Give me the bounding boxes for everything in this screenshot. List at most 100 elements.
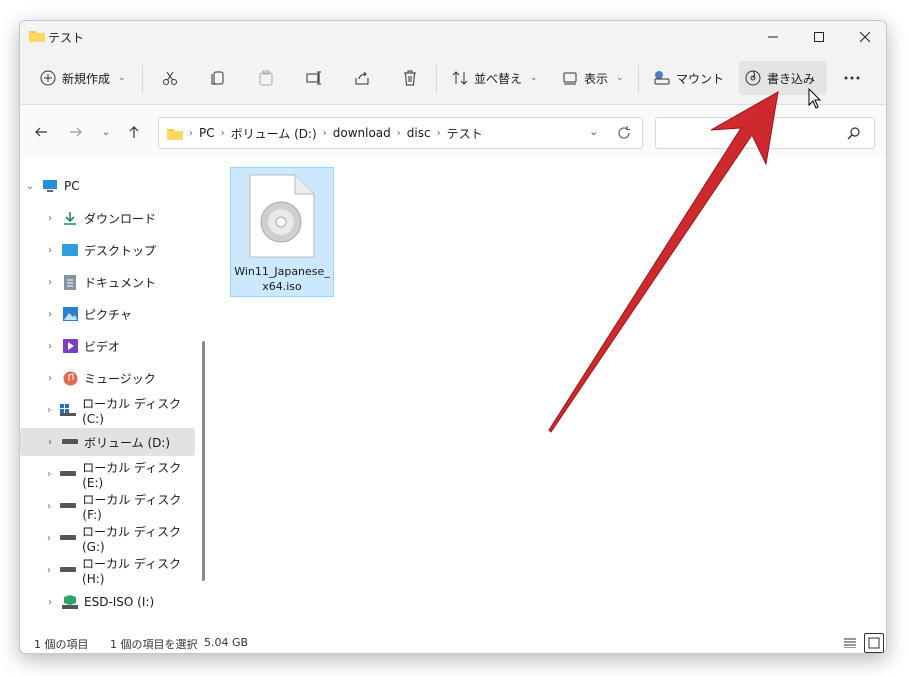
- chevron-right-icon[interactable]: ›: [20, 565, 58, 576]
- sidebar-item-drive-c[interactable]: › ローカル ディスク (C:): [20, 396, 195, 426]
- breadcrumb-test[interactable]: テスト: [447, 125, 483, 142]
- sidebar-item-drive-i[interactable]: › ESD-ISO (I:): [20, 588, 195, 616]
- mouse-cursor-icon: [808, 88, 822, 109]
- chevron-right-icon[interactable]: ›: [20, 373, 60, 384]
- cut-button[interactable]: [156, 61, 184, 95]
- windows-drive-icon: [60, 402, 77, 418]
- arrow-left-icon: [35, 127, 47, 137]
- view-button[interactable]: 表示 ⌄: [556, 61, 630, 95]
- chevron-down-icon: ⌄: [616, 73, 624, 83]
- copy-button[interactable]: [204, 61, 232, 95]
- sidebar-item-label: ローカル ディスク (E:): [82, 460, 182, 490]
- chevron-right-icon[interactable]: ›: [20, 245, 60, 256]
- rename-button[interactable]: [300, 61, 328, 95]
- sidebar-item-drive-f[interactable]: › ローカル ディスク (F:): [20, 492, 195, 522]
- chevron-down-icon: ⌄: [530, 73, 538, 83]
- forward-button[interactable]: [66, 122, 86, 142]
- breadcrumb-pc[interactable]: PC: [199, 126, 215, 140]
- chevron-right-icon[interactable]: ›: [20, 533, 58, 544]
- new-button[interactable]: 新規作成 ⌄: [34, 61, 132, 95]
- folder-icon: [29, 31, 45, 42]
- sidebar-item-label: ローカル ディスク (C:): [82, 396, 182, 426]
- video-icon: [62, 338, 78, 354]
- sort-label: 並べ替え: [474, 71, 523, 86]
- chevron-right-icon[interactable]: ›: [20, 469, 58, 480]
- sidebar-item-label: ローカル ディスク (H:): [82, 556, 182, 586]
- breadcrumb-volume-d[interactable]: ボリューム (D:): [231, 125, 317, 142]
- drive-icon: [60, 530, 76, 546]
- minimize-icon: [768, 36, 778, 38]
- disc-drive-icon: [62, 594, 78, 610]
- burn-disc-icon: [745, 70, 761, 86]
- sidebar-item-desktop[interactable]: › デスクトップ: [20, 236, 195, 264]
- sidebar-item-drive-d[interactable]: › ボリューム (D:): [20, 428, 195, 456]
- toolbar-divider: [142, 65, 143, 93]
- sidebar-item-drive-e[interactable]: › ローカル ディスク (E:): [20, 460, 195, 490]
- search-input[interactable]: [655, 117, 875, 149]
- sidebar-item-pc[interactable]: ⌄ PC: [20, 172, 195, 200]
- drive-icon: [60, 562, 77, 578]
- breadcrumb-download[interactable]: download: [333, 126, 391, 140]
- list-view-icon: [844, 638, 856, 648]
- close-button[interactable]: [842, 21, 886, 53]
- maximize-icon: [814, 32, 824, 42]
- back-button[interactable]: [31, 122, 51, 142]
- status-bar: 1 個の項目 1 個の項目を選択 5.04 GB: [20, 631, 886, 653]
- breadcrumb-disc[interactable]: disc: [407, 126, 431, 140]
- tiles-view-icon: [868, 637, 880, 649]
- chevron-right-icon[interactable]: ›: [20, 405, 58, 416]
- paste-button[interactable]: [252, 61, 280, 95]
- sort-button[interactable]: 並べ替え ⌄: [446, 61, 544, 95]
- up-button[interactable]: [124, 122, 144, 142]
- copy-icon: [211, 71, 224, 85]
- chevron-right-icon[interactable]: ›: [20, 437, 60, 448]
- sidebar-item-documents[interactable]: › ドキュメント: [20, 268, 195, 296]
- chevron-right-icon: ›: [189, 127, 193, 139]
- sidebar-item-label: ミュージック: [84, 371, 156, 386]
- maximize-button[interactable]: [796, 21, 842, 53]
- document-icon: [62, 274, 78, 290]
- sidebar-item-drive-g[interactable]: › ローカル ディスク (G:): [20, 524, 195, 554]
- drive-icon: [60, 466, 77, 482]
- details-view-button[interactable]: [840, 633, 860, 653]
- recent-locations-button[interactable]: ⌄: [96, 122, 116, 142]
- sidebar-item-label: ダウンロード: [84, 211, 157, 226]
- chevron-right-icon[interactable]: ›: [20, 277, 60, 288]
- chevron-right-icon[interactable]: ›: [20, 341, 60, 352]
- refresh-icon[interactable]: [617, 126, 631, 140]
- file-item-iso[interactable]: Win11_Japanese_ x64.iso: [230, 167, 334, 297]
- sidebar-item-drive-h[interactable]: › ローカル ディスク (H:): [20, 556, 195, 586]
- share-button[interactable]: [348, 61, 376, 95]
- music-icon: [62, 370, 78, 386]
- chevron-down-icon[interactable]: ⌄: [20, 181, 40, 192]
- navigation-pane: ⌄ PC › ダウンロード › デスクトップ › ドキュメント › ピクチャ ›…: [20, 171, 210, 629]
- sidebar-item-downloads[interactable]: › ダウンロード: [20, 204, 195, 232]
- sidebar-item-pictures[interactable]: › ピクチャ: [20, 300, 195, 328]
- drive-icon: [62, 434, 78, 450]
- tiles-view-button[interactable]: [864, 633, 884, 653]
- sidebar-scrollbar[interactable]: [202, 341, 205, 581]
- chevron-right-icon[interactable]: ›: [20, 597, 60, 608]
- chevron-right-icon: ›: [396, 127, 401, 139]
- chevron-right-icon[interactable]: ›: [20, 309, 60, 320]
- minimize-button[interactable]: [750, 21, 796, 53]
- chevron-right-icon[interactable]: ›: [20, 501, 58, 512]
- sidebar-item-music[interactable]: › ミュージック: [20, 364, 195, 392]
- chevron-right-icon: ›: [220, 127, 225, 139]
- address-bar[interactable]: › PC › ボリューム (D:) › download › disc › テス…: [158, 117, 643, 149]
- new-label: 新規作成: [62, 71, 111, 86]
- delete-button[interactable]: [396, 61, 424, 95]
- more-icon: [844, 76, 860, 80]
- toolbar-divider: [638, 65, 639, 93]
- iso-file-icon: [249, 174, 315, 258]
- chevron-right-icon[interactable]: ›: [20, 213, 60, 224]
- chevron-right-icon: ›: [322, 127, 327, 139]
- address-row: ⌄ › PC › ボリューム (D:) › download › disc › …: [20, 105, 886, 157]
- paste-icon: [259, 70, 273, 86]
- mount-button[interactable]: マウント: [648, 61, 730, 95]
- more-options-button[interactable]: [836, 61, 868, 95]
- chevron-down-icon: ⌄: [118, 73, 126, 83]
- address-dropdown-icon[interactable]: ⌄: [589, 125, 598, 138]
- sidebar-item-videos[interactable]: › ビデオ: [20, 332, 195, 360]
- close-icon: [860, 32, 870, 42]
